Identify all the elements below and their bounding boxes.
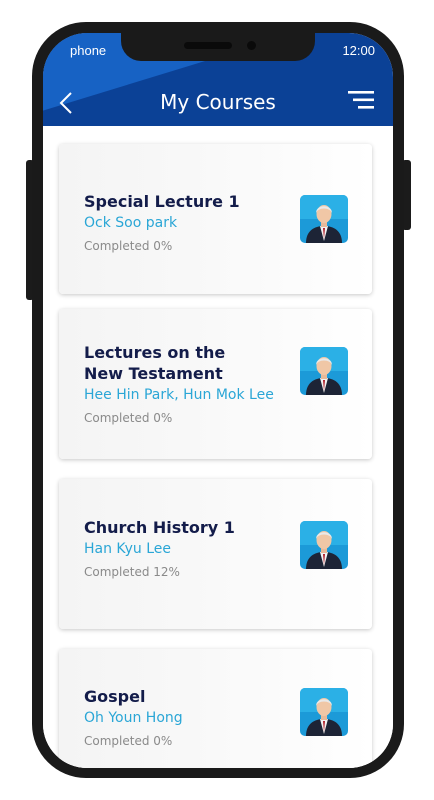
lecturer-avatar [300, 688, 348, 736]
course-lecturer: Ock Soo park [84, 215, 178, 231]
course-title-line: New Testament [84, 364, 223, 383]
phone-screen: phone 12:00 My Courses Special Lecture 1… [43, 33, 393, 768]
course-card[interactable]: Church History 1 Han Kyu Lee Completed 1… [59, 479, 372, 629]
course-card[interactable]: Gospel Oh Youn Hong Completed 0% [59, 649, 372, 768]
course-info: Church History 1 Han Kyu Lee Completed 1… [84, 517, 289, 580]
course-lecturer: Han Kyu Lee [84, 541, 171, 557]
course-card[interactable]: Special Lecture 1 Ock Soo park Completed… [59, 144, 372, 294]
course-progress: Completed 0% [84, 411, 173, 425]
course-title: Lectures on the New Testament [84, 342, 289, 384]
course-lecturer: Hee Hin Park, Hun Mok Lee [84, 387, 274, 403]
lecturer-avatar [300, 521, 348, 569]
course-title: Church History 1 [84, 517, 289, 538]
status-time: 12:00 [342, 43, 375, 58]
course-title-line: Special Lecture 1 [84, 192, 240, 211]
lecturer-photo-icon [300, 521, 348, 569]
lecturer-photo-icon [300, 195, 348, 243]
front-camera [247, 41, 256, 50]
lecturer-avatar [300, 195, 348, 243]
course-progress: Completed 0% [84, 734, 173, 748]
phone-notch [121, 33, 315, 61]
course-info: Lectures on the New Testament Hee Hin Pa… [84, 342, 289, 426]
course-title-line: Gospel [84, 687, 146, 706]
speaker-grille [184, 42, 232, 49]
course-title: Special Lecture 1 [84, 191, 289, 212]
lecturer-photo-icon [300, 688, 348, 736]
course-progress: Completed 0% [84, 239, 173, 253]
course-lecturer: Oh Youn Hong [84, 710, 183, 726]
hamburger-menu-icon [348, 91, 374, 109]
course-card[interactable]: Lectures on the New Testament Hee Hin Pa… [59, 309, 372, 459]
menu-button[interactable] [348, 90, 376, 110]
page-title: My Courses [160, 90, 276, 114]
course-list: Special Lecture 1 Ock Soo park Completed… [43, 126, 393, 768]
course-title-line: Lectures on the [84, 343, 226, 362]
course-info: Gospel Oh Youn Hong Completed 0% [84, 686, 289, 749]
lecturer-photo-icon [300, 347, 348, 395]
course-progress: Completed 12% [84, 565, 180, 579]
lecturer-avatar [300, 347, 348, 395]
course-info: Special Lecture 1 Ock Soo park Completed… [84, 191, 289, 254]
app-header: phone 12:00 My Courses [43, 33, 393, 126]
course-title: Gospel [84, 686, 289, 707]
status-carrier: phone [70, 43, 107, 58]
course-title-line: Church History 1 [84, 518, 235, 537]
